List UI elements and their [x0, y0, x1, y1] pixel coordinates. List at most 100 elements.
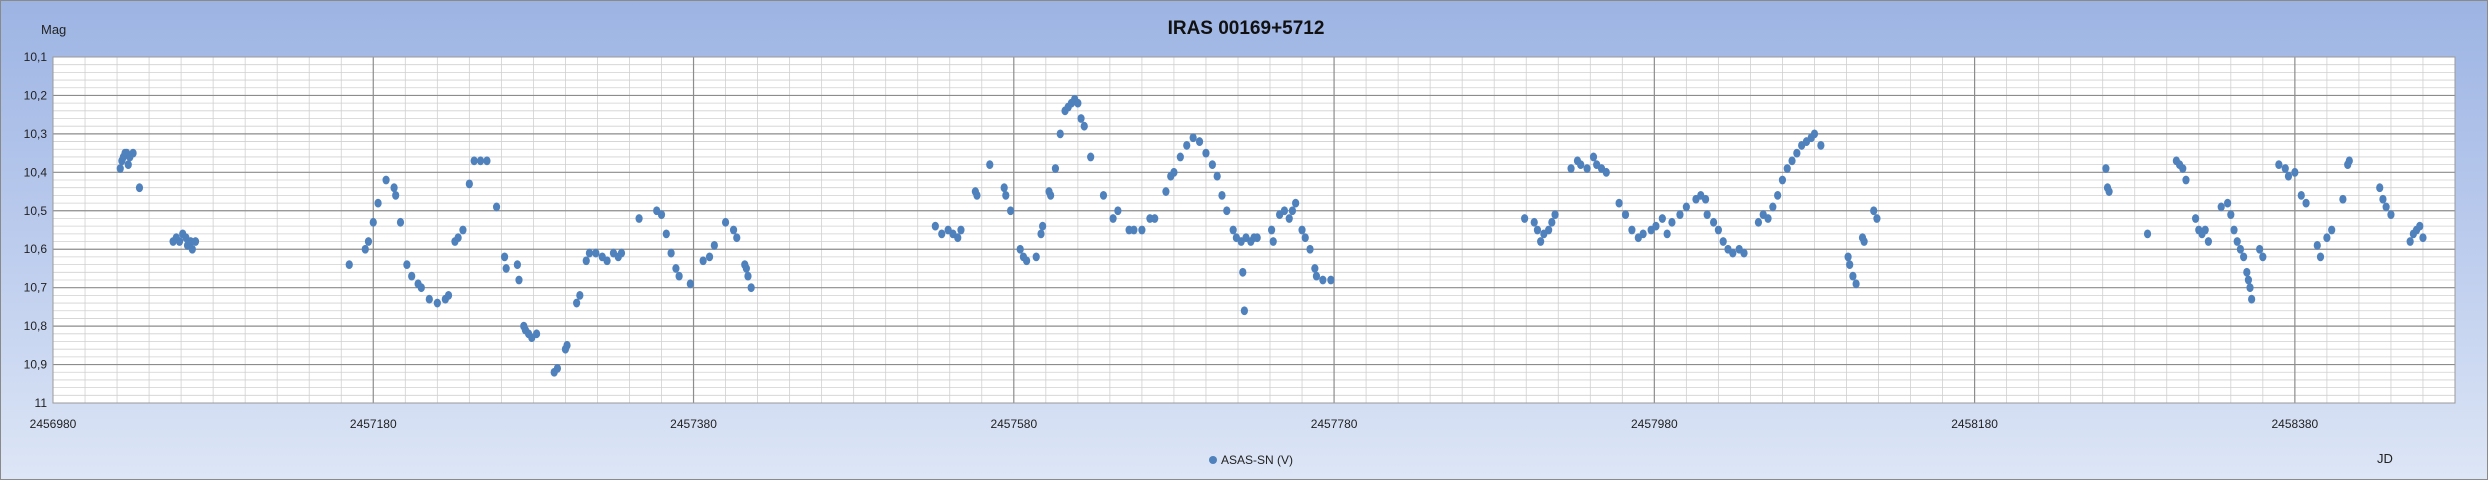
data-point: [721, 217, 730, 227]
data-point: [361, 244, 369, 254]
data-point: [1032, 252, 1040, 262]
data-point: [1778, 175, 1787, 185]
data-point: [2328, 225, 2336, 235]
data-point: [2281, 164, 2289, 173]
data-point: [2201, 225, 2209, 235]
data-point: [957, 225, 965, 235]
data-point: [1764, 214, 1772, 223]
data-point: [1628, 225, 1636, 235]
data-point: [1056, 129, 1064, 139]
data-point: [1298, 225, 1306, 235]
data-point: [454, 233, 462, 243]
data-point: [1668, 217, 1676, 227]
data-point: [729, 225, 738, 235]
data-point: [1292, 198, 1300, 208]
data-point: [483, 156, 491, 166]
data-point: [1218, 191, 1226, 200]
data-point: [1870, 206, 1878, 216]
data-point: [2387, 210, 2395, 220]
data-point: [1873, 214, 1881, 223]
data-point: [116, 164, 124, 173]
data-point: [2179, 164, 2187, 173]
data-point: [1074, 98, 1082, 108]
data-point: [1002, 191, 1010, 200]
data-point: [2236, 244, 2245, 254]
data-point: [374, 198, 382, 208]
data-point: [1545, 225, 1553, 235]
data-point: [1852, 279, 1860, 289]
data-point: [2284, 171, 2293, 181]
data-point: [2275, 160, 2283, 170]
data-point: [403, 260, 411, 269]
data-point: [124, 160, 132, 170]
y-tick-label: 10,6: [24, 242, 48, 256]
data-point: [502, 264, 510, 273]
data-point: [672, 264, 680, 273]
data-point: [1087, 152, 1095, 162]
data-point: [425, 294, 433, 304]
data-point: [1652, 221, 1660, 231]
data-point: [573, 298, 581, 308]
data-point: [1051, 164, 1060, 173]
data-point: [2345, 156, 2353, 166]
data-point: [1239, 267, 1247, 277]
data-point: [1783, 164, 1791, 173]
data-point: [744, 271, 752, 281]
data-point: [667, 248, 675, 258]
data-point: [563, 340, 571, 350]
data-point: [1109, 214, 1117, 223]
data-point: [931, 221, 939, 231]
data-point: [433, 298, 441, 308]
data-point: [585, 248, 594, 258]
data-point: [2416, 221, 2424, 231]
data-point: [396, 217, 405, 227]
data-point: [1567, 164, 1575, 173]
data-point: [1327, 275, 1335, 285]
data-point: [686, 279, 694, 289]
data-point: [500, 252, 509, 262]
data-point: [973, 191, 981, 200]
data-point: [2227, 210, 2235, 220]
y-tick-label: 10,2: [24, 88, 48, 102]
data-point: [1551, 210, 1559, 220]
data-point: [369, 217, 377, 227]
y-tick-label: 10,1: [24, 50, 48, 64]
data-point: [1846, 260, 1854, 269]
data-point: [188, 244, 196, 254]
data-point: [617, 248, 626, 258]
data-point: [1793, 148, 1801, 158]
data-point: [2376, 183, 2384, 193]
data-point: [1208, 160, 1216, 170]
data-point: [2224, 198, 2232, 208]
data-point: [2382, 202, 2390, 212]
data-point: [417, 283, 425, 293]
data-point: [191, 237, 200, 246]
data-point: [2105, 187, 2113, 196]
y-tick-label: 11: [35, 396, 48, 410]
data-point: [1285, 214, 1293, 223]
data-point: [1114, 206, 1122, 216]
data-point: [603, 256, 611, 266]
plot-background: [53, 57, 2455, 403]
data-point: [1682, 202, 1690, 212]
data-point: [954, 233, 962, 243]
data-point: [1176, 152, 1184, 162]
data-point: [1658, 214, 1666, 223]
scatter-chart: 10,1 10,2 10,3 10,4 10,5 10,6 10,7 10,8 10,9 11 2…: [24, 18, 2456, 467]
data-point: [576, 290, 584, 300]
data-point: [1810, 129, 1819, 139]
data-point: [2316, 252, 2325, 262]
data-point: [1703, 210, 1711, 220]
data-point: [2302, 198, 2310, 208]
data-point: [1301, 233, 1309, 243]
data-point: [1138, 225, 1146, 235]
data-point: [1037, 229, 1045, 239]
x-axis-label: JD: [2377, 451, 2393, 466]
data-point: [2297, 191, 2305, 200]
data-point: [1195, 137, 1204, 146]
data-point: [1311, 264, 1319, 273]
data-point: [2204, 237, 2212, 246]
data-point: [705, 252, 714, 262]
x-tick-label: 2458180: [1951, 417, 1998, 431]
data-point: [129, 148, 137, 158]
